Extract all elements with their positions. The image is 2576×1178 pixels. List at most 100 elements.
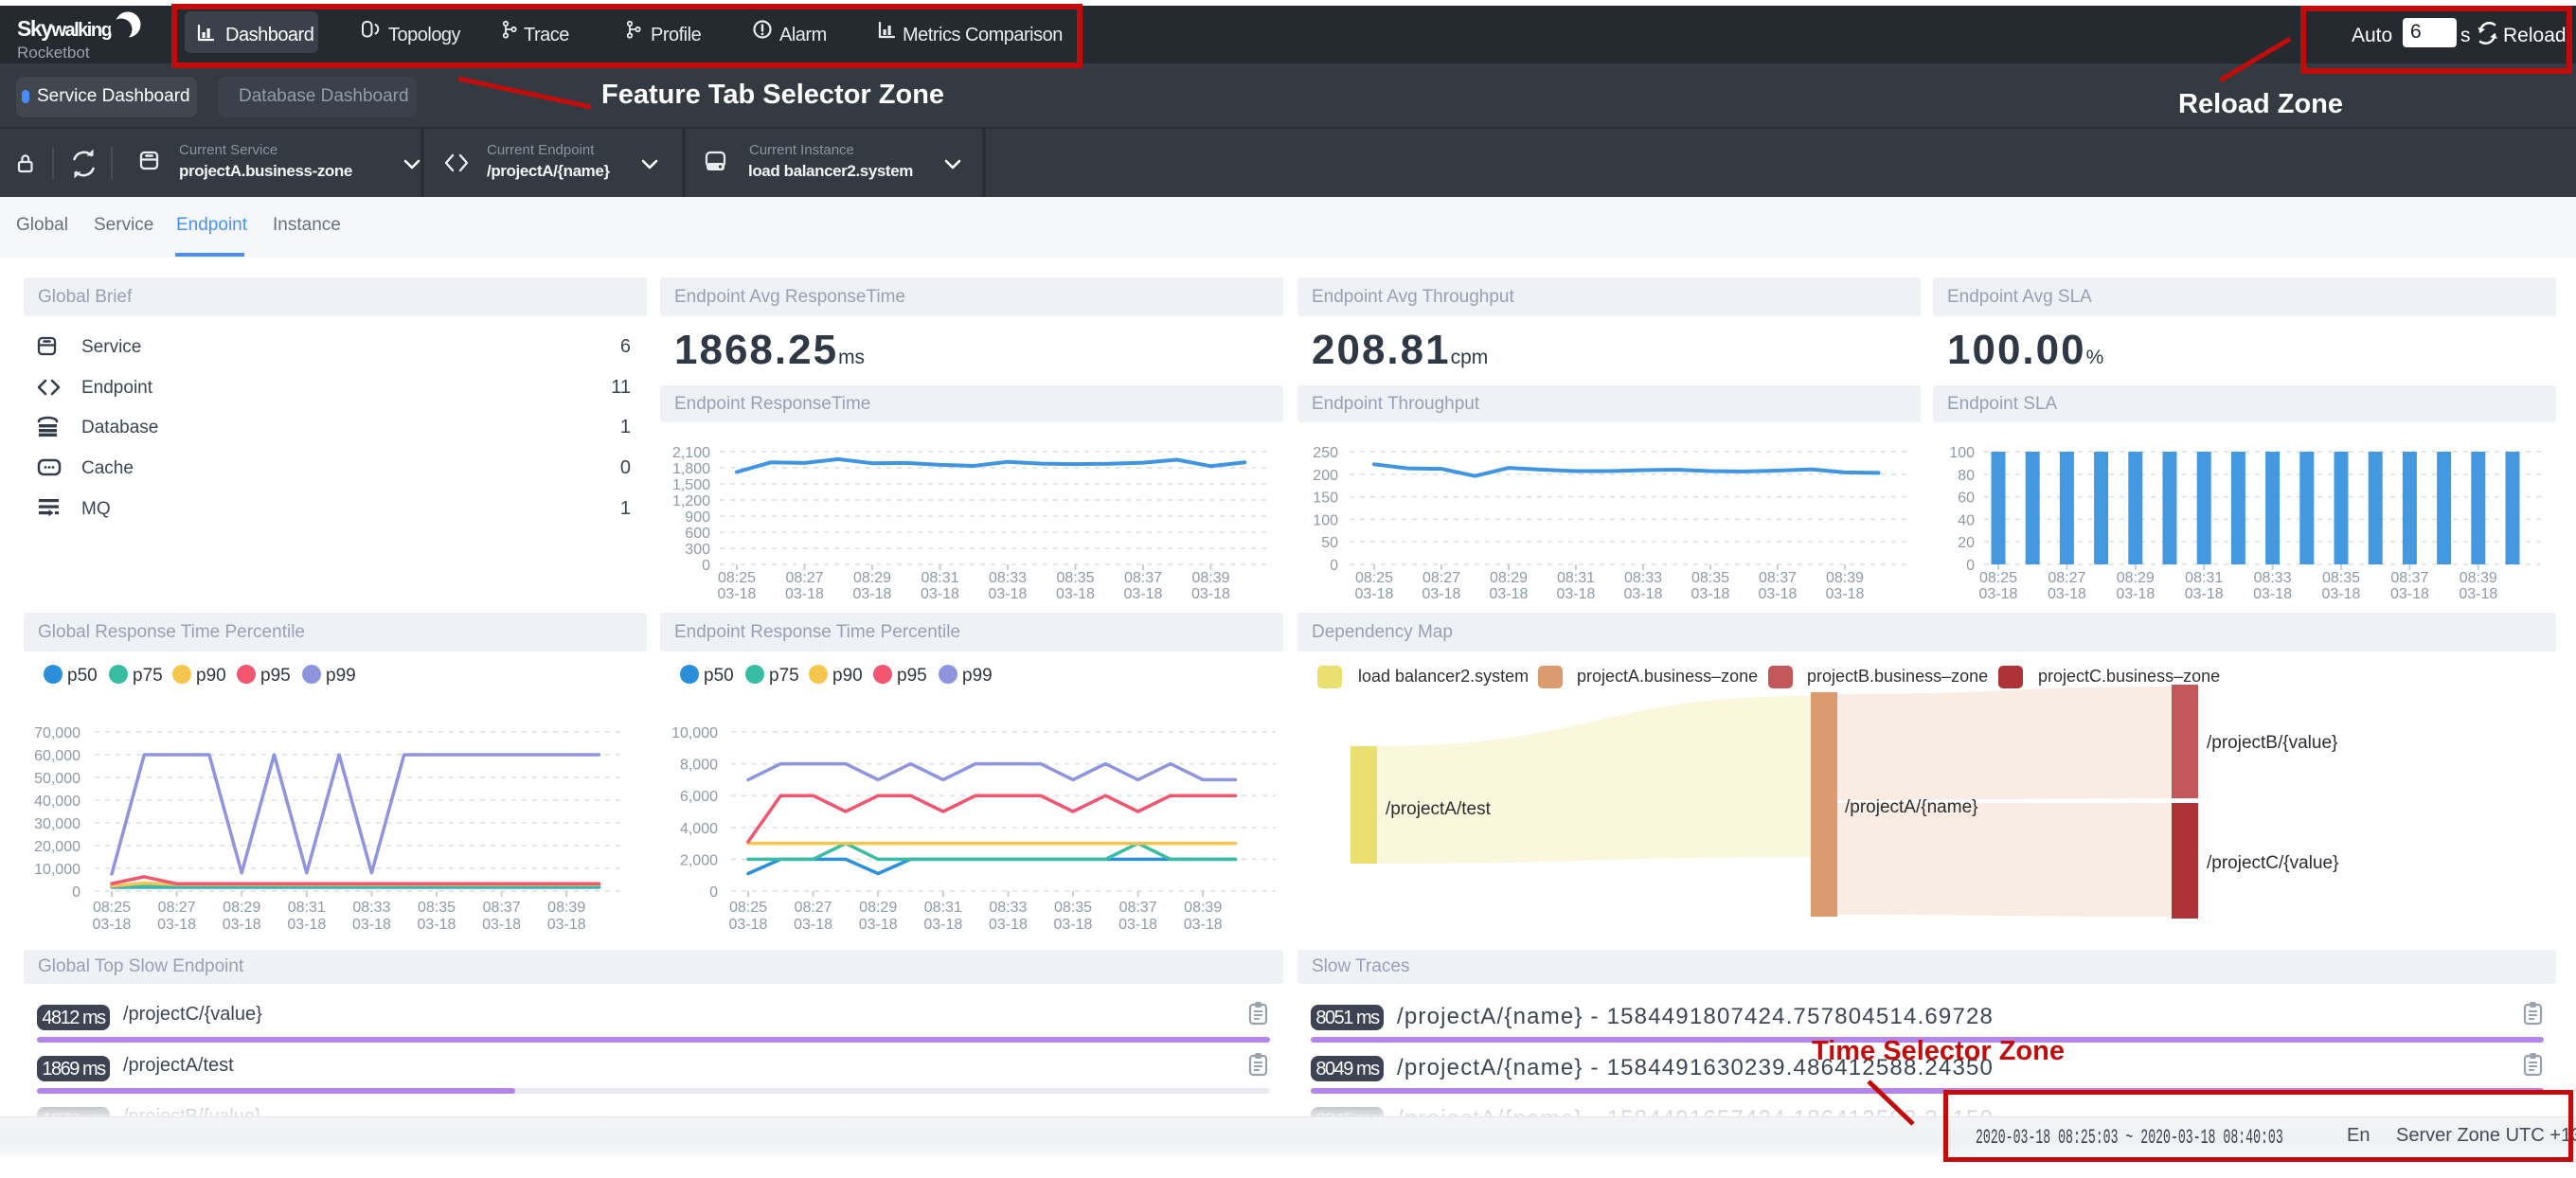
svg-text:1: 1 bbox=[620, 498, 631, 519]
svg-text:0: 0 bbox=[72, 884, 80, 901]
svg-text:100: 100 bbox=[1313, 512, 1338, 528]
svg-text:08:25: 08:25 bbox=[1979, 570, 2017, 586]
svg-text:08:37: 08:37 bbox=[1124, 570, 1162, 586]
svg-text:0: 0 bbox=[620, 457, 631, 478]
svg-text:08:33: 08:33 bbox=[989, 570, 1027, 586]
svg-text:03-18: 03-18 bbox=[1979, 586, 2018, 602]
svg-text:08:35: 08:35 bbox=[418, 900, 456, 916]
svg-text:Database: Database bbox=[81, 418, 158, 437]
svg-text:1,800: 1,800 bbox=[672, 461, 710, 477]
svg-text:08:37: 08:37 bbox=[1759, 570, 1797, 586]
svg-text:2,100: 2,100 bbox=[672, 445, 710, 461]
svg-text:900: 900 bbox=[685, 509, 710, 526]
svg-text:0: 0 bbox=[709, 884, 718, 901]
svg-text:08:27: 08:27 bbox=[785, 570, 823, 586]
svg-text:08:35: 08:35 bbox=[1056, 570, 1094, 586]
svg-text:08:27: 08:27 bbox=[158, 900, 196, 916]
svg-text:200: 200 bbox=[1313, 468, 1338, 484]
svg-text:08:29: 08:29 bbox=[859, 900, 897, 916]
svg-text:1,200: 1,200 bbox=[672, 493, 710, 509]
svg-text:03-18: 03-18 bbox=[1355, 586, 1394, 602]
svg-text:4,000: 4,000 bbox=[680, 821, 718, 837]
svg-text:03-18: 03-18 bbox=[1191, 586, 1230, 602]
svg-text:08:39: 08:39 bbox=[1191, 570, 1229, 586]
svg-text:/projectA/{name}: /projectA/{name} bbox=[1845, 797, 1977, 817]
svg-text:300: 300 bbox=[685, 542, 710, 558]
svg-text:Service: Service bbox=[81, 337, 141, 357]
svg-text:08:29: 08:29 bbox=[2117, 570, 2155, 586]
svg-text:08:39: 08:39 bbox=[2460, 570, 2497, 586]
svg-text:08:39: 08:39 bbox=[547, 900, 585, 916]
svg-text:03-18: 03-18 bbox=[921, 586, 959, 602]
svg-text:p75: p75 bbox=[769, 666, 799, 686]
svg-text:03-18: 03-18 bbox=[352, 917, 391, 933]
svg-text:50: 50 bbox=[1321, 535, 1338, 551]
svg-text:70,000: 70,000 bbox=[34, 725, 80, 741]
svg-text:0: 0 bbox=[1966, 558, 1975, 574]
svg-text:p50: p50 bbox=[704, 666, 734, 686]
svg-text:08:31: 08:31 bbox=[924, 900, 962, 916]
svg-text:03-18: 03-18 bbox=[923, 917, 962, 933]
svg-text:08:29: 08:29 bbox=[223, 900, 260, 916]
svg-text:30,000: 30,000 bbox=[34, 816, 80, 832]
svg-text:08:31: 08:31 bbox=[1557, 570, 1595, 586]
svg-text:08:31: 08:31 bbox=[921, 570, 958, 586]
svg-text:08:31: 08:31 bbox=[288, 900, 326, 916]
svg-text:p90: p90 bbox=[832, 666, 863, 686]
svg-text:projectB.business–zone: projectB.business–zone bbox=[1807, 667, 1988, 686]
svg-text:600: 600 bbox=[685, 526, 710, 542]
svg-text:03-18: 03-18 bbox=[989, 586, 1028, 602]
svg-text:08:31: 08:31 bbox=[2185, 570, 2223, 586]
svg-text:08:37: 08:37 bbox=[2390, 570, 2428, 586]
svg-text:03-18: 03-18 bbox=[547, 917, 586, 933]
svg-text:p99: p99 bbox=[962, 666, 993, 686]
svg-text:03-18: 03-18 bbox=[1490, 586, 1529, 602]
svg-text:1: 1 bbox=[620, 417, 631, 437]
svg-text:08:33: 08:33 bbox=[1624, 570, 1662, 586]
svg-text:03-18: 03-18 bbox=[2322, 586, 2361, 602]
svg-text:08:35: 08:35 bbox=[1691, 570, 1729, 586]
svg-text:03-18: 03-18 bbox=[223, 917, 261, 933]
svg-text:03-18: 03-18 bbox=[1056, 586, 1095, 602]
svg-text:p90: p90 bbox=[196, 666, 226, 686]
svg-text:08:27: 08:27 bbox=[2048, 570, 2085, 586]
svg-text:MQ: MQ bbox=[81, 499, 111, 519]
svg-text:/projectB/{value}: /projectB/{value} bbox=[2207, 733, 2337, 753]
svg-text:03-18: 03-18 bbox=[718, 586, 757, 602]
svg-text:20,000: 20,000 bbox=[34, 839, 80, 855]
svg-text:08:27: 08:27 bbox=[1422, 570, 1460, 586]
svg-text:60,000: 60,000 bbox=[34, 748, 80, 764]
svg-text:100: 100 bbox=[1949, 445, 1975, 461]
svg-text:10,000: 10,000 bbox=[34, 862, 80, 878]
svg-text:03-18: 03-18 bbox=[794, 917, 832, 933]
svg-text:10,000: 10,000 bbox=[671, 725, 718, 741]
svg-text:08:29: 08:29 bbox=[853, 570, 891, 586]
svg-text:08:29: 08:29 bbox=[1490, 570, 1528, 586]
svg-text:150: 150 bbox=[1313, 491, 1338, 507]
svg-text:40: 40 bbox=[1958, 512, 1975, 528]
svg-text:08:27: 08:27 bbox=[795, 900, 832, 916]
svg-text:/projectA/test: /projectA/test bbox=[1386, 799, 1492, 819]
svg-text:08:37: 08:37 bbox=[483, 900, 521, 916]
svg-text:03-18: 03-18 bbox=[1184, 917, 1223, 933]
svg-text:6: 6 bbox=[620, 336, 631, 357]
svg-text:03-18: 03-18 bbox=[859, 917, 898, 933]
svg-text:08:39: 08:39 bbox=[1826, 570, 1864, 586]
svg-text:80: 80 bbox=[1958, 468, 1975, 484]
svg-text:Endpoint: Endpoint bbox=[81, 378, 153, 398]
svg-text:08:33: 08:33 bbox=[2254, 570, 2292, 586]
svg-text:03-18: 03-18 bbox=[1422, 586, 1461, 602]
svg-text:03-18: 03-18 bbox=[1557, 586, 1596, 602]
svg-text:p75: p75 bbox=[133, 666, 163, 686]
svg-text:p50: p50 bbox=[67, 666, 98, 686]
svg-text:03-18: 03-18 bbox=[729, 917, 768, 933]
svg-text:08:25: 08:25 bbox=[93, 900, 131, 916]
svg-text:03-18: 03-18 bbox=[1124, 586, 1163, 602]
svg-text:40,000: 40,000 bbox=[34, 794, 80, 810]
svg-text:03-18: 03-18 bbox=[1826, 586, 1865, 602]
svg-text:03-18: 03-18 bbox=[93, 917, 132, 933]
svg-text:projectA.business–zone: projectA.business–zone bbox=[1577, 667, 1758, 686]
svg-text:03-18: 03-18 bbox=[2048, 586, 2086, 602]
svg-text:08:25: 08:25 bbox=[729, 900, 767, 916]
svg-text:load balancer2.system: load balancer2.system bbox=[1358, 667, 1529, 686]
